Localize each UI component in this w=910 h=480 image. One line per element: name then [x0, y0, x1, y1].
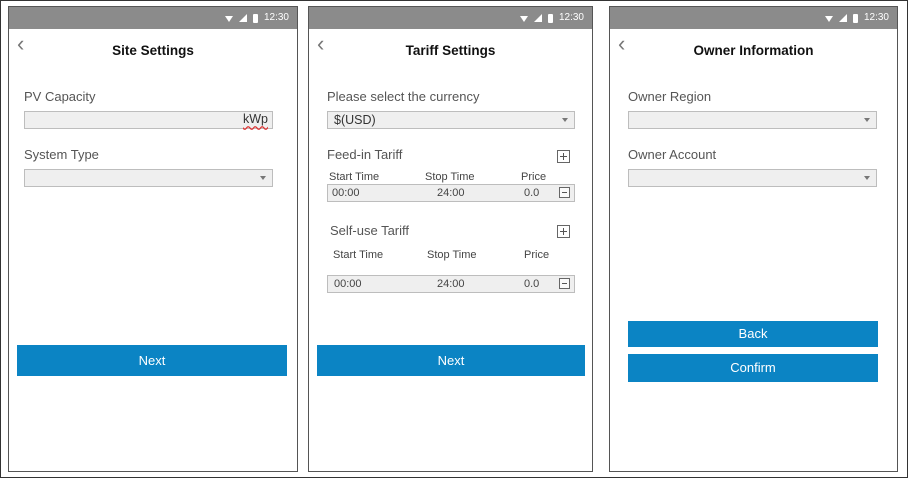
owner-account-label: Owner Account [628, 147, 717, 162]
row-start-time: 00:00 [334, 278, 362, 290]
page-title: Tariff Settings [405, 43, 496, 58]
status-bar: 12:30 [610, 7, 897, 29]
col-start-time: Start Time [333, 249, 384, 261]
add-self-use-row-icon[interactable] [557, 225, 570, 238]
feed-in-tariff-label: Feed-in Tariff [327, 147, 403, 162]
page-title: Site Settings [112, 43, 194, 58]
feed-in-tariff-row[interactable]: 00:00 24:00 0.0 [327, 184, 575, 202]
header: ‹ Site Settings [9, 29, 297, 65]
col-stop-time: Stop Time [425, 171, 475, 183]
currency-select[interactable]: $(USD) [327, 111, 575, 129]
wifi-icon [824, 15, 833, 22]
chevron-down-icon [864, 118, 870, 122]
col-price: Price [524, 249, 550, 261]
chevron-down-icon [260, 176, 266, 180]
battery-icon [252, 13, 258, 23]
system-type-label: System Type [24, 147, 99, 162]
next-button[interactable]: Next [317, 345, 585, 376]
battery-icon [547, 13, 553, 23]
owner-region-label: Owner Region [628, 89, 712, 104]
wifi-icon [519, 15, 528, 22]
pv-unit-label: kWp [243, 112, 268, 126]
tariff-settings-screen: 12:30 ‹ Tariff Settings Please select th… [308, 6, 593, 472]
owner-account-select[interactable] [628, 169, 877, 187]
row-start-time: 00:00 [332, 187, 360, 199]
col-start-time: Start Time [329, 171, 380, 183]
chevron-down-icon [864, 176, 870, 180]
pv-capacity-label: PV Capacity [24, 89, 96, 104]
status-bar: 12:30 [309, 7, 592, 29]
status-bar: 12:30 [9, 7, 297, 29]
pv-capacity-input[interactable]: kWp [24, 111, 273, 129]
next-button[interactable]: Next [17, 345, 287, 376]
confirm-button[interactable]: Confirm [628, 354, 878, 382]
owner-region-select[interactable] [628, 111, 877, 129]
status-time: 12:30 [263, 12, 289, 23]
header: ‹ Owner Information [610, 29, 897, 65]
row-stop-time: 24:00 [437, 278, 465, 290]
site-settings-screen: 12:30 ‹ Site Settings PV Capacity kWp Sy… [8, 6, 298, 472]
remove-row-icon[interactable] [559, 187, 570, 198]
col-stop-time: Stop Time [427, 249, 477, 261]
row-price: 0.0 [524, 278, 540, 290]
col-price: Price [521, 171, 547, 183]
self-use-tariff-row[interactable]: 00:00 24:00 0.0 [327, 275, 575, 293]
back-button[interactable]: Back [628, 321, 878, 347]
status-time: 12:30 [558, 12, 584, 23]
system-type-select[interactable] [24, 169, 273, 187]
row-stop-time: 24:00 [437, 187, 465, 199]
self-use-tariff-label: Self-use Tariff [330, 223, 410, 238]
currency-label: Please select the currency [327, 89, 480, 104]
add-feed-in-row-icon[interactable] [557, 150, 570, 163]
page-title: Owner Information [693, 43, 814, 58]
row-price: 0.0 [524, 187, 540, 199]
chevron-down-icon [562, 118, 568, 122]
status-time: 12:30 [863, 12, 889, 23]
owner-information-screen: 12:30 ‹ Owner Information Owner Region O… [609, 6, 898, 472]
battery-icon [852, 13, 858, 23]
signal-icon [238, 14, 247, 22]
currency-value: $(USD) [334, 113, 376, 127]
signal-icon [838, 14, 847, 22]
header: ‹ Tariff Settings [309, 29, 592, 65]
remove-row-icon[interactable] [559, 278, 570, 289]
wifi-icon [224, 15, 233, 22]
signal-icon [533, 14, 542, 22]
